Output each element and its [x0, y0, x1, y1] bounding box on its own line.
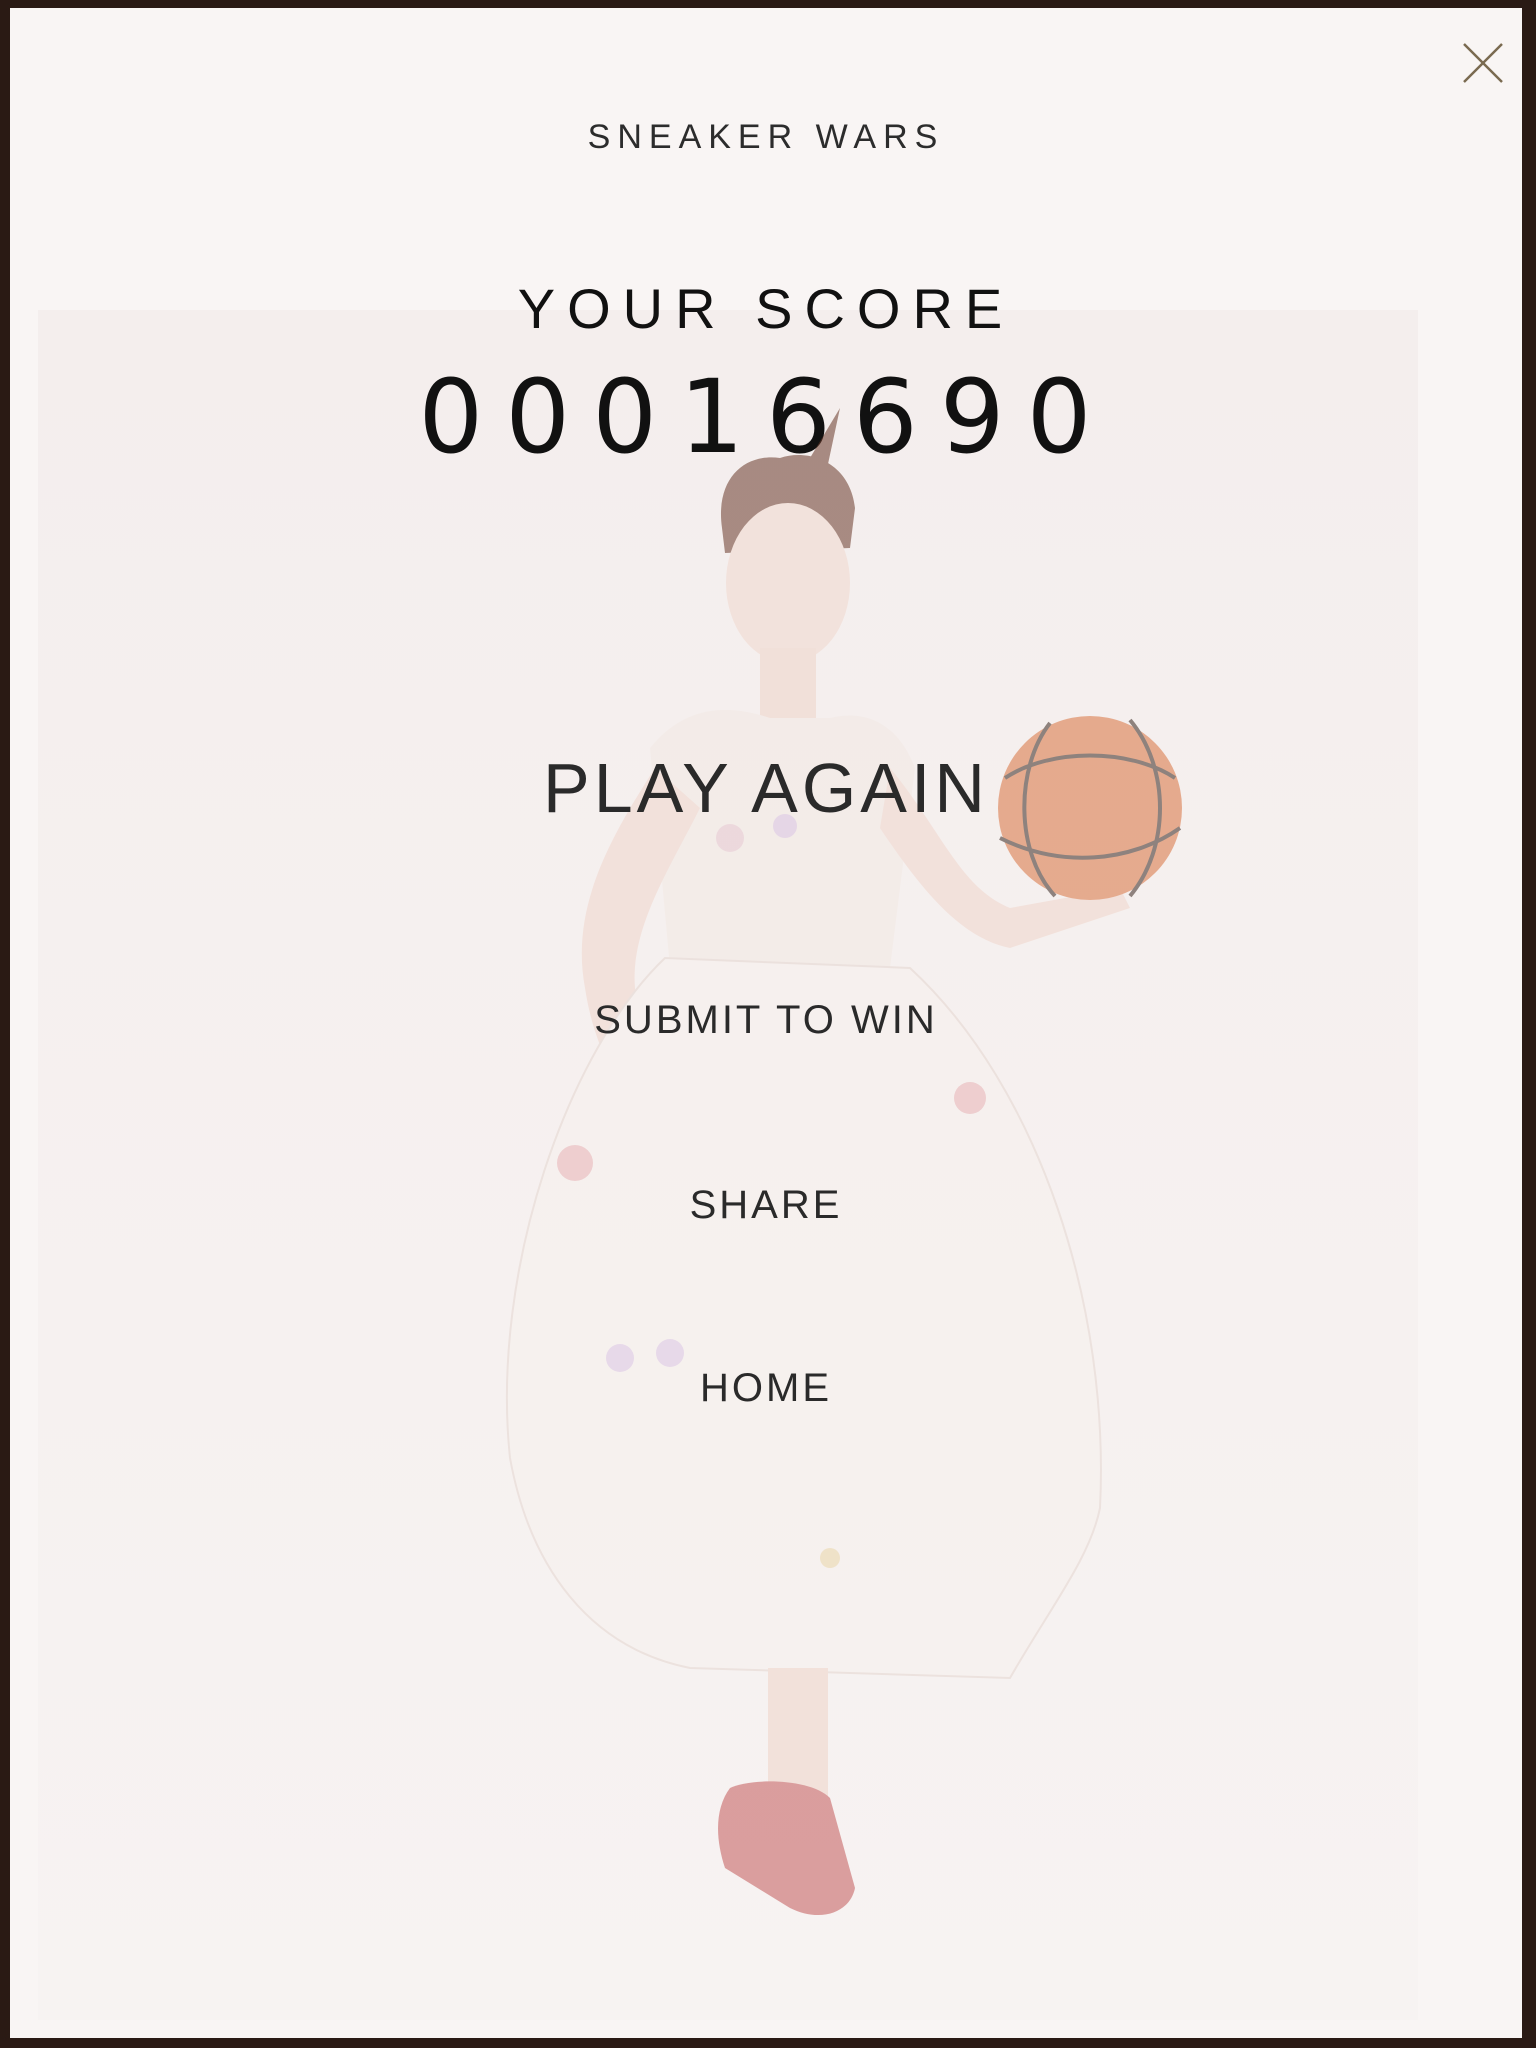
submit-to-win-button[interactable]: SUBMIT TO WIN: [10, 998, 1522, 1043]
game-over-screen: SNEAKER WARS YOUR SCORE 00016690 PLAY AG…: [10, 8, 1522, 2038]
share-button[interactable]: SHARE: [10, 1183, 1522, 1228]
home-button[interactable]: HOME: [10, 1366, 1522, 1411]
play-again-button[interactable]: PLAY AGAIN: [10, 748, 1522, 828]
